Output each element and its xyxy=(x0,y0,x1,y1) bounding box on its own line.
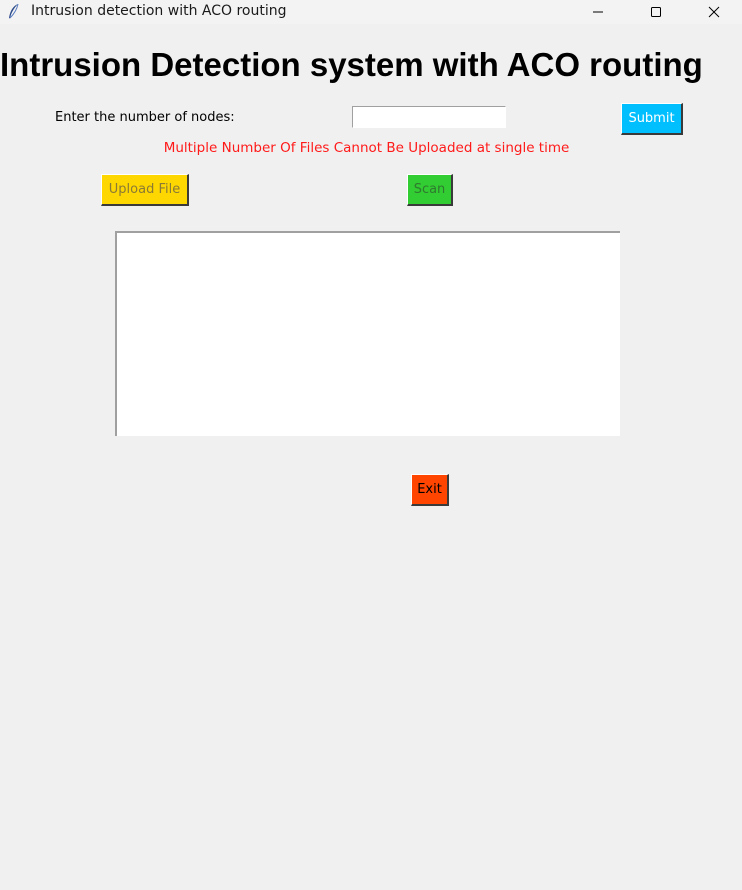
exit-button[interactable]: Exit xyxy=(411,474,449,506)
submit-button[interactable]: Submit xyxy=(621,103,683,135)
maximize-button[interactable] xyxy=(633,0,679,24)
scan-button[interactable]: Scan xyxy=(407,174,453,206)
nodes-label: Enter the number of nodes: xyxy=(55,110,235,125)
upload-warning-text: Multiple Number Of Files Cannot Be Uploa… xyxy=(163,140,570,156)
minimize-icon xyxy=(593,11,603,13)
upload-file-button[interactable]: Upload File xyxy=(101,174,189,206)
feather-icon xyxy=(7,3,21,21)
close-icon xyxy=(708,6,720,18)
close-button[interactable] xyxy=(691,0,737,24)
window-title: Intrusion detection with ACO routing xyxy=(31,3,287,19)
page-title: Intrusion Detection system with ACO rout… xyxy=(0,46,703,83)
window-titlebar[interactable]: Intrusion detection with ACO routing xyxy=(0,0,742,24)
maximize-icon xyxy=(651,7,661,17)
minimize-button[interactable] xyxy=(575,0,621,24)
output-text-area[interactable] xyxy=(115,231,620,436)
nodes-input[interactable] xyxy=(352,106,506,128)
